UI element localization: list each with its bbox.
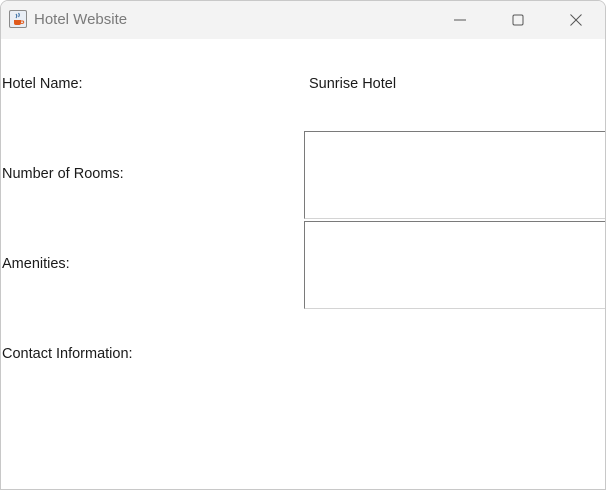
- minimize-icon: [454, 19, 466, 21]
- maximize-button[interactable]: [495, 1, 541, 39]
- window-title: Hotel Website: [34, 11, 128, 28]
- hotel-name-label: Hotel Name:: [2, 76, 83, 92]
- close-button[interactable]: [553, 1, 599, 39]
- title-bar[interactable]: Hotel Website: [1, 1, 605, 39]
- java-cup-icon: [9, 10, 27, 28]
- rooms-field[interactable]: [304, 131, 605, 219]
- rooms-label: Number of Rooms:: [2, 166, 124, 182]
- amenities-label: Amenities:: [2, 256, 70, 272]
- contact-label: Contact Information:: [2, 346, 133, 362]
- minimize-button[interactable]: [437, 1, 483, 39]
- close-icon: [570, 14, 582, 26]
- maximize-icon: [512, 14, 524, 26]
- app-window: Hotel Website Hotel Name: Sunrise Hotel …: [0, 0, 606, 490]
- amenities-field[interactable]: [304, 221, 605, 309]
- hotel-name-value: Sunrise Hotel: [309, 76, 397, 92]
